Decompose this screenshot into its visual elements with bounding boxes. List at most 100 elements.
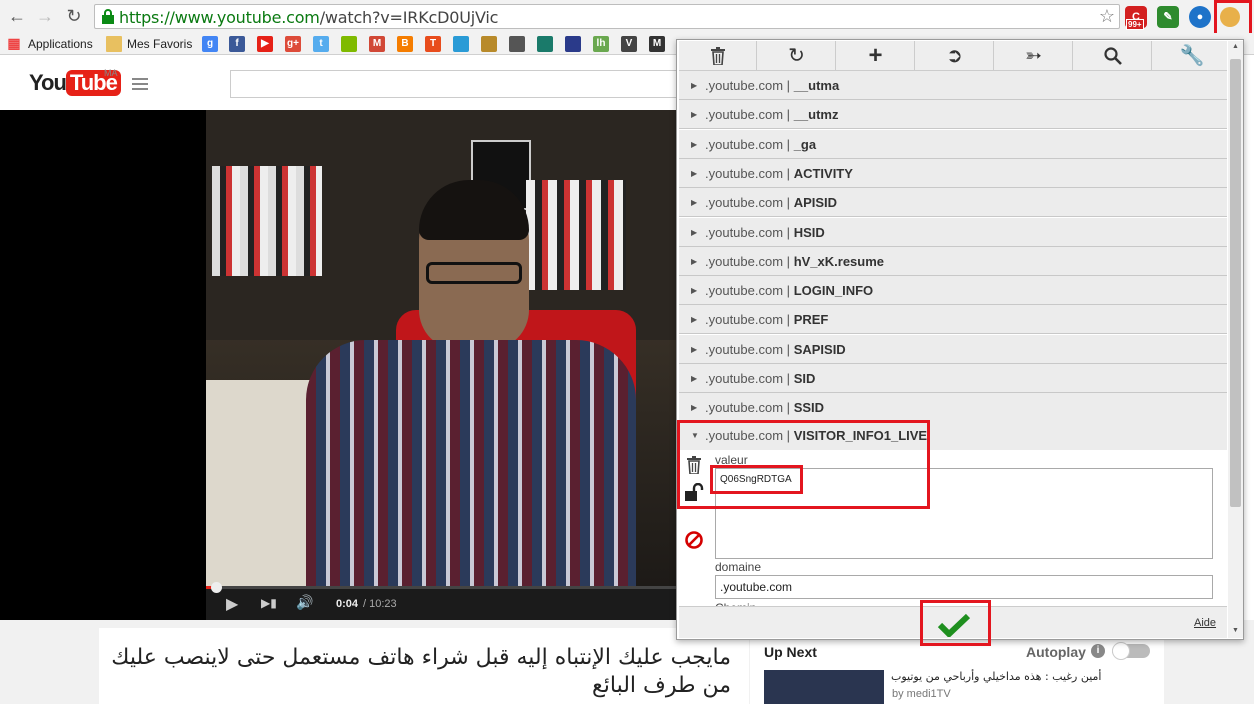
progress-scrubber[interactable] bbox=[211, 582, 222, 593]
scroll-down-icon[interactable]: ▼ bbox=[1232, 627, 1239, 634]
cookie-row[interactable]: ▶ .youtube.com | LOGIN_INFO bbox=[679, 276, 1227, 306]
video-title: مايجب عليك الإنتباه إليه قبل شراء هاتف م… bbox=[111, 645, 731, 698]
bookmark-star-icon[interactable]: ☆ bbox=[1099, 6, 1115, 27]
scrollbar-thumb[interactable] bbox=[1230, 59, 1241, 507]
help-link[interactable]: Aide bbox=[1194, 617, 1216, 629]
site-icon-4[interactable] bbox=[537, 36, 553, 52]
cookie-domain: .youtube.com bbox=[705, 107, 784, 123]
url-path: /watch?v=IRKcD0UjVic bbox=[319, 8, 499, 27]
site-icon-8[interactable]: M bbox=[649, 36, 665, 52]
separator: | bbox=[786, 253, 791, 269]
twitter-icon[interactable]: t bbox=[313, 36, 329, 52]
cookie-domain: .youtube.com bbox=[705, 283, 784, 299]
cookie-row[interactable]: ▶ .youtube.com | APISID bbox=[679, 188, 1227, 218]
export-button[interactable]: ➳ bbox=[995, 41, 1073, 71]
youtube-search-input[interactable] bbox=[230, 70, 690, 98]
scroll-up-icon[interactable]: ▲ bbox=[1232, 43, 1239, 50]
folder-icon bbox=[106, 36, 122, 52]
cookie-row[interactable]: ▶ .youtube.com | __utma bbox=[679, 71, 1227, 100]
wrench-icon: 🔧 bbox=[1179, 45, 1205, 67]
bookmark-folder-favorites[interactable]: Mes Favoris bbox=[127, 36, 192, 52]
next-video-channel: by medi1TV bbox=[892, 688, 951, 700]
cookie-editor-popup: ↻ + ➲ ➳ 🔧 ▶ .youtube.com | __utma ▶ .youtub… bbox=[676, 39, 1244, 640]
next-icon[interactable]: ▶▮ bbox=[261, 596, 277, 610]
autoplay-toggle[interactable] bbox=[1112, 642, 1150, 660]
microsoft-icon[interactable] bbox=[341, 36, 357, 52]
undo-icon: ↻ bbox=[788, 45, 805, 67]
add-cookie-button[interactable]: + bbox=[837, 41, 915, 71]
youtube-logo[interactable]: You Tube MA bbox=[29, 68, 121, 96]
progress-bar[interactable] bbox=[206, 586, 676, 589]
collapsed-arrow-icon: ▶ bbox=[691, 81, 698, 90]
cookie-row[interactable]: ▶ .youtube.com | _ga bbox=[679, 129, 1227, 159]
site-icon-2[interactable] bbox=[481, 36, 497, 52]
apps-grid-icon: ▦ bbox=[7, 35, 21, 51]
logo-you: You bbox=[29, 70, 67, 95]
youtube-icon[interactable]: ▶ bbox=[257, 36, 273, 52]
search-button[interactable] bbox=[1074, 41, 1152, 71]
site-icon-6[interactable]: lh bbox=[593, 36, 609, 52]
forward-button[interactable]: → bbox=[33, 4, 57, 28]
extension-chat-icon[interactable]: ● bbox=[1189, 6, 1211, 28]
back-button[interactable]: ← bbox=[5, 4, 29, 28]
time-total: / 10:23 bbox=[363, 598, 397, 610]
cookie-row[interactable]: ▶ .youtube.com | SID bbox=[679, 364, 1227, 393]
site-icon-3[interactable] bbox=[509, 36, 525, 52]
extension-badge: 99+ bbox=[1126, 19, 1144, 30]
reset-button[interactable]: ↻ bbox=[758, 41, 836, 71]
cookie-row[interactable]: ▶ .youtube.com | __utmz bbox=[679, 100, 1227, 130]
video-info-card: مايجب عليك الإنتباه إليه قبل شراء هاتف م… bbox=[99, 628, 749, 704]
video-frame[interactable] bbox=[206, 110, 676, 586]
collapsed-arrow-icon: ▶ bbox=[691, 344, 698, 354]
import-button[interactable]: ➲ bbox=[916, 41, 994, 71]
facebook-icon[interactable]: f bbox=[229, 36, 245, 52]
cookie-name: SID bbox=[793, 371, 816, 386]
cookie-name: __utmz bbox=[793, 107, 839, 123]
cookie-row[interactable]: ▶ .youtube.com | hV_xK.resume bbox=[679, 246, 1227, 276]
cookie-row[interactable]: ▶ .youtube.com | SAPISID bbox=[679, 334, 1227, 364]
cookie-row[interactable]: ▶ .youtube.com | HSID bbox=[679, 217, 1227, 247]
next-video-title[interactable]: أمين رغيب : هذه مداخيلي وأرباحي من يوتيو… bbox=[891, 670, 1102, 683]
site-icon-5[interactable] bbox=[565, 36, 581, 52]
blogger-icon[interactable]: B bbox=[397, 36, 413, 52]
region-code: MA bbox=[104, 68, 118, 78]
cookie-domain: .youtube.com bbox=[705, 341, 784, 357]
site-icon-7[interactable]: V bbox=[621, 36, 637, 52]
browser-toolbar: ← → ↻ https://www.youtube.com/watch?v=IR… bbox=[0, 0, 1254, 36]
block-icon[interactable] bbox=[684, 530, 704, 550]
address-bar[interactable]: https://www.youtube.com/watch?v=IRKcD0Uj… bbox=[94, 4, 1120, 29]
delete-all-button[interactable] bbox=[679, 41, 757, 71]
cookie-row[interactable]: ▶ .youtube.com | SSID bbox=[679, 393, 1227, 423]
volume-icon[interactable]: 🔊 bbox=[296, 594, 313, 611]
site-icon-1[interactable] bbox=[453, 36, 469, 52]
play-icon[interactable]: ▶ bbox=[226, 594, 238, 614]
cookie-name: SSID bbox=[793, 400, 825, 416]
google-plus-icon[interactable]: g+ bbox=[285, 36, 301, 52]
separator: | bbox=[786, 400, 791, 416]
t-site-icon[interactable]: T bbox=[425, 36, 441, 52]
highlight-cookie-icon bbox=[1214, 0, 1252, 36]
info-icon[interactable]: i bbox=[1091, 644, 1105, 658]
separator: | bbox=[786, 136, 791, 152]
guide-menu-icon[interactable] bbox=[132, 78, 148, 80]
extension-evernote-icon[interactable]: ✎ bbox=[1157, 6, 1179, 28]
separator: | bbox=[786, 195, 791, 211]
next-video-thumbnail[interactable] bbox=[764, 670, 884, 704]
collapsed-arrow-icon: ▶ bbox=[691, 198, 698, 208]
highlight-cookie-value bbox=[710, 465, 803, 494]
reload-button[interactable]: ↻ bbox=[62, 4, 86, 28]
bookmark-apps[interactable]: Applications bbox=[28, 36, 93, 52]
settings-button[interactable]: 🔧 bbox=[1153, 41, 1231, 71]
separator: | bbox=[786, 341, 791, 357]
collapsed-arrow-icon: ▶ bbox=[691, 139, 698, 149]
cookie-row[interactable]: ▶ .youtube.com | PREF bbox=[679, 305, 1227, 335]
popup-scrollbar[interactable]: ▲ ▼ bbox=[1228, 41, 1243, 638]
separator: | bbox=[786, 165, 791, 181]
cookie-name: __utma bbox=[793, 78, 840, 93]
collapsed-arrow-icon: ▶ bbox=[691, 403, 698, 413]
gmail-icon[interactable]: M bbox=[369, 36, 385, 52]
cookie-domain-input[interactable]: .youtube.com bbox=[715, 575, 1213, 599]
cookie-row[interactable]: ▶ .youtube.com | ACTIVITY bbox=[679, 158, 1227, 188]
google-icon[interactable]: g bbox=[202, 36, 218, 52]
cookie-name: LOGIN_INFO bbox=[793, 283, 874, 299]
